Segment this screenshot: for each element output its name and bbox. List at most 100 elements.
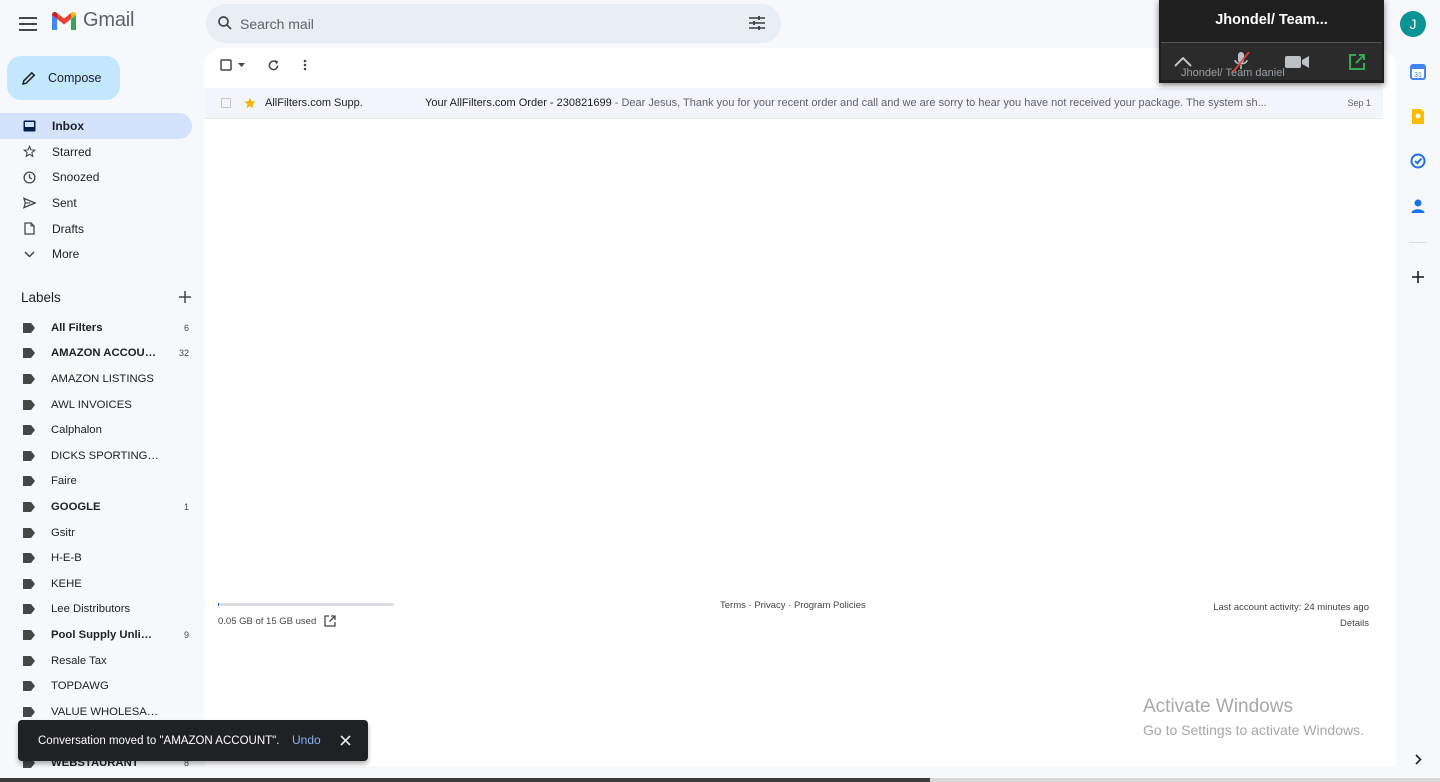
nav-label: More [52, 247, 80, 262]
nav-label: Snoozed [52, 170, 100, 185]
label-count: 9 [183, 629, 189, 640]
watermark-title: Activate Windows [1143, 696, 1293, 717]
nav-item-inbox[interactable]: Inbox [0, 113, 192, 139]
clock-icon [22, 170, 36, 184]
label-count: 6 [183, 322, 189, 333]
label-item[interactable]: KEHE [0, 571, 205, 597]
label-item[interactable]: All Filters 6 [0, 315, 205, 341]
label-tag-icon [23, 348, 35, 359]
label-tag-icon [23, 501, 35, 512]
calendar-app-button[interactable]: 31 [1408, 62, 1428, 82]
expand-meeting-button[interactable] [1171, 51, 1195, 73]
labels-header: Labels [21, 289, 191, 305]
close-icon [340, 735, 351, 746]
return-to-meeting-button[interactable] [1345, 51, 1369, 73]
label-item[interactable]: Faire [0, 469, 205, 495]
search-options-icon[interactable] [748, 14, 766, 32]
labels-list: All Filters 6 AMAZON ACCOUNT 32 AMAZON LISTI… [0, 315, 205, 776]
open-in-new-icon[interactable] [324, 615, 336, 627]
pencil-icon [22, 71, 36, 85]
label-item[interactable]: TOPDAWG [0, 673, 205, 699]
label-name: Lee Distributors [51, 603, 131, 616]
mute-button[interactable] [1229, 51, 1253, 73]
draft-icon [22, 222, 36, 236]
send-icon [22, 196, 36, 210]
nav-label: Sent [52, 195, 77, 210]
storage-bar [218, 603, 394, 606]
add-label-button[interactable] [179, 289, 191, 305]
contacts-app-button[interactable] [1408, 196, 1428, 216]
label-name: DICKS SPORTING GOODS [51, 449, 159, 462]
label-tag-icon [23, 629, 35, 640]
terms-link[interactable]: Terms [720, 600, 746, 611]
open-in-new-icon [1349, 54, 1365, 70]
snackbar-message: Conversation moved to "AMAZON ACCOUNT". [38, 734, 280, 747]
row-checkbox[interactable] [221, 98, 231, 108]
app-name: Gmail [83, 9, 135, 31]
svg-text:31: 31 [1414, 72, 1422, 79]
label-tag-icon [23, 655, 35, 666]
show-side-panel-button[interactable] [1408, 749, 1428, 769]
email-subject: Your AllFilters.com Order - 230821699 [425, 97, 612, 109]
star-filled-icon[interactable] [243, 96, 257, 110]
mail-list-panel: AllFilters.com Supp. Your AllFilters.com… [205, 48, 1395, 766]
chevron-down-icon [22, 247, 36, 261]
email-row[interactable]: AllFilters.com Supp. Your AllFilters.com… [205, 88, 1383, 119]
footer-links: Terms · Privacy · Program Policies [720, 600, 866, 611]
more-vert-icon [303, 59, 307, 71]
nav-item-sent[interactable]: Sent [0, 190, 192, 216]
nav-item-drafts[interactable]: Drafts [0, 216, 192, 242]
program-policies-link[interactable]: Program Policies [794, 600, 866, 611]
details-link[interactable]: Details [1213, 616, 1369, 632]
meeting-controls: Jhondel/ Team daniel [1161, 42, 1382, 80]
label-item[interactable]: H-E-B [0, 545, 205, 571]
label-name: Resale Tax [51, 654, 107, 667]
label-name: AMAZON ACCOUNT [51, 347, 159, 360]
label-item[interactable]: Resale Tax [0, 648, 205, 674]
snackbar: Conversation moved to "AMAZON ACCOUNT". … [18, 720, 368, 761]
gmail-logo[interactable]: Gmail [51, 9, 134, 32]
taskbar-edge-right [930, 778, 1440, 782]
main-menu-button[interactable] [12, 8, 44, 40]
more-actions-button[interactable] [303, 59, 307, 71]
label-item[interactable]: Calphalon [0, 417, 205, 443]
nav-item-starred[interactable]: Starred [0, 139, 192, 165]
contacts-icon [1411, 199, 1425, 213]
account-avatar[interactable]: J [1400, 11, 1426, 37]
undo-button[interactable]: Undo [292, 733, 321, 747]
camera-button[interactable] [1285, 51, 1309, 73]
label-item[interactable]: GOOGLE 1 [0, 494, 205, 520]
label-name: All Filters [51, 321, 103, 334]
label-name: Gsitr [51, 526, 75, 539]
label-tag-icon [23, 322, 35, 333]
get-addons-button[interactable] [1408, 267, 1428, 287]
email-snippet: - Dear Jesus, Thank you for your recent … [611, 97, 1267, 109]
label-item[interactable]: DICKS SPORTING GOODS [0, 443, 205, 469]
snackbar-close-button[interactable] [340, 733, 351, 751]
search-bar [206, 4, 781, 43]
keep-app-button[interactable] [1408, 106, 1428, 126]
label-name: AMAZON LISTINGS [51, 372, 154, 385]
meeting-mini-window[interactable]: Jhondel/ Team... Jhondel/ Team daniel [1159, 0, 1384, 83]
compose-button[interactable]: Compose [7, 56, 120, 100]
refresh-icon [268, 59, 279, 71]
nav-item-snoozed[interactable]: Snoozed [0, 164, 192, 190]
label-item[interactable]: AMAZON LISTINGS [0, 366, 205, 392]
privacy-link[interactable]: Privacy [754, 600, 785, 611]
meeting-title: Jhondel/ Team... [1215, 12, 1328, 28]
refresh-button[interactable] [267, 59, 280, 72]
label-tag-icon [23, 373, 35, 384]
star-icon [22, 145, 36, 159]
label-item[interactable]: Pool Supply Unlimited 9 [0, 622, 205, 648]
label-item[interactable]: Lee Distributors [0, 597, 205, 623]
label-item[interactable]: AMAZON ACCOUNT 32 [0, 341, 205, 367]
label-item[interactable]: AWL INVOICES [0, 392, 205, 418]
label-tag-icon [23, 681, 35, 692]
tasks-app-button[interactable] [1408, 151, 1428, 171]
nav-label: Drafts [52, 221, 85, 236]
search-input[interactable] [240, 8, 740, 39]
search-icon[interactable] [216, 14, 234, 32]
label-item[interactable]: Gsitr [0, 520, 205, 546]
select-all-checkbox[interactable] [220, 59, 245, 71]
nav-item-more[interactable]: More [0, 241, 192, 267]
